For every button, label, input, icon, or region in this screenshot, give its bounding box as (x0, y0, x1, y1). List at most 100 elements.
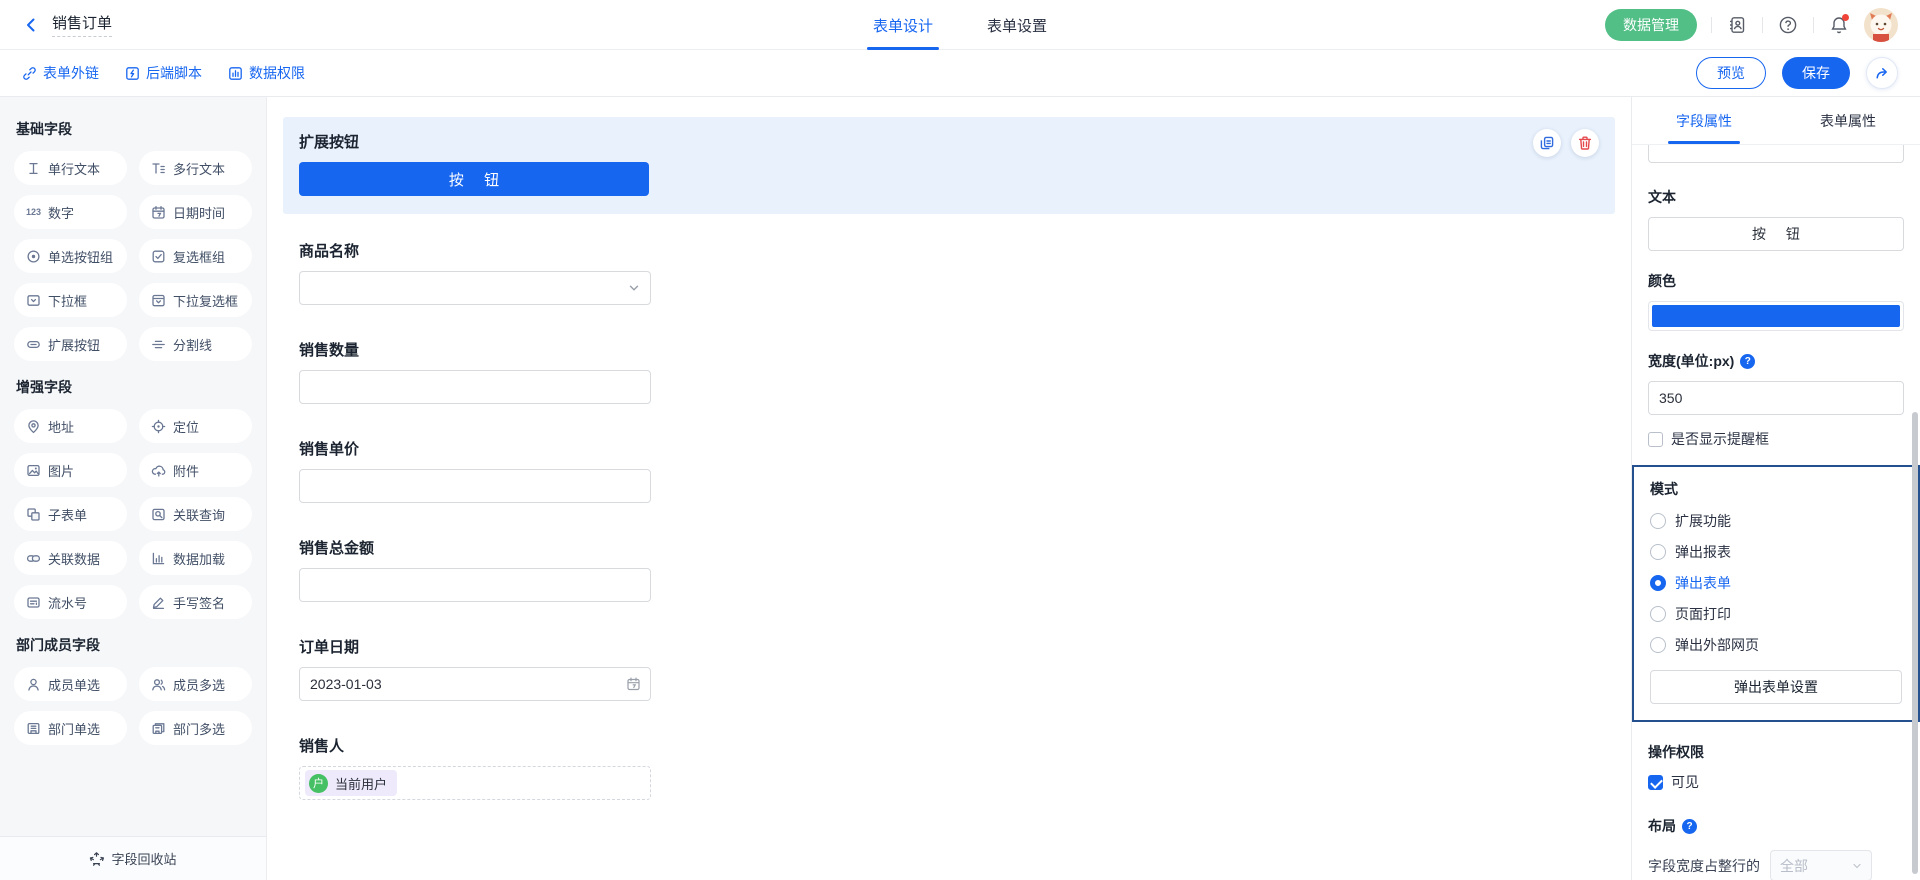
selected-field-extend-button[interactable]: 扩展按钮 按 钮 (283, 117, 1615, 214)
backend-script-link[interactable]: 后端脚本 (125, 63, 202, 83)
color-swatch[interactable] (1652, 305, 1900, 327)
properties-panel: 字段属性 表单属性 文本 按 钮 颜色 宽度(单位:px) ? (1631, 97, 1920, 880)
chevron-down-icon (1851, 860, 1863, 872)
field-salesperson[interactable]: 销售人 户 当前用户 (299, 735, 1599, 800)
sales-quantity-input[interactable] (299, 370, 651, 404)
field-item-number[interactable]: 123 数字 (14, 195, 127, 229)
mode-section: 模式 扩展功能 弹出报表 弹出表单 页面打印 (1632, 465, 1920, 722)
preview-button[interactable]: 预览 (1696, 57, 1766, 89)
app-window: 销售订单 表单设计 表单设置 数据管理 (0, 0, 1920, 880)
tab-form-design[interactable]: 表单设计 (873, 0, 933, 50)
popup-form-settings-button[interactable]: 弹出表单设置 (1650, 670, 1902, 704)
width-input[interactable]: 350 (1648, 381, 1904, 415)
current-user-tag[interactable]: 户 当前用户 (305, 770, 397, 796)
back-icon[interactable] (22, 16, 40, 34)
radio-off-icon[interactable] (1650, 513, 1666, 529)
field-item-locate[interactable]: 定位 (139, 409, 252, 443)
field-sales-unit-price[interactable]: 销售单价 (299, 438, 1599, 503)
radio-off-icon[interactable] (1650, 637, 1666, 653)
mode-option-popup-report[interactable]: 弹出报表 (1650, 542, 1902, 562)
trash-icon (1577, 135, 1593, 151)
notification-badge (1842, 14, 1849, 21)
field-item-dropdown[interactable]: 下拉框 (14, 283, 127, 317)
notification-bell-icon[interactable] (1828, 14, 1850, 36)
field-item-member-single[interactable]: 成员单选 (14, 667, 127, 701)
tab-form-properties[interactable]: 表单属性 (1776, 97, 1920, 144)
product-name-select[interactable] (299, 271, 651, 305)
checkbox-group-icon (151, 249, 166, 264)
data-manage-button[interactable]: 数据管理 (1605, 9, 1697, 41)
color-section-label: 颜色 (1648, 271, 1904, 291)
checkbox-unchecked-icon[interactable] (1648, 432, 1663, 447)
field-product-name[interactable]: 商品名称 (299, 240, 1599, 305)
field-item-dept-single[interactable]: 部门单选 (14, 711, 127, 745)
field-item-member-multi[interactable]: 成员多选 (139, 667, 252, 701)
data-permission-link[interactable]: 数据权限 (228, 63, 305, 83)
clipped-input[interactable] (1648, 145, 1904, 163)
field-item-serial-number[interactable]: 流水号 (14, 585, 127, 619)
field-item-extend-button[interactable]: 扩展按钮 (14, 327, 127, 361)
mode-option-popup-form[interactable]: 弹出表单 (1650, 573, 1902, 593)
save-button[interactable]: 保存 (1782, 57, 1850, 89)
layout-help-icon[interactable]: ? (1682, 819, 1697, 834)
data-load-icon (151, 551, 166, 566)
radio-off-icon[interactable] (1650, 544, 1666, 560)
field-recycle-bin[interactable]: 字段回收站 (0, 836, 266, 880)
mode-option-page-print[interactable]: 页面打印 (1650, 604, 1902, 624)
show-reminder-checkbox-row[interactable]: 是否显示提醒框 (1648, 429, 1904, 449)
field-item-dept-multi[interactable]: 部门多选 (139, 711, 252, 745)
field-sales-quantity[interactable]: 销售数量 (299, 339, 1599, 404)
attachment-icon (151, 463, 166, 478)
field-item-single-line-text[interactable]: 单行文本 (14, 151, 127, 185)
radio-on-icon[interactable] (1650, 575, 1666, 591)
mode-option-popup-external-page[interactable]: 弹出外部网页 (1650, 635, 1902, 655)
field-item-checkbox-group[interactable]: 复选框组 (139, 239, 252, 273)
field-sales-total[interactable]: 销售总金额 (299, 537, 1599, 602)
field-order-date[interactable]: 订单日期 2023-01-03 (299, 636, 1599, 701)
tab-field-properties[interactable]: 字段属性 (1632, 97, 1776, 144)
recycle-icon (89, 851, 104, 866)
form-external-link[interactable]: 表单外链 (22, 63, 99, 83)
field-item-data-load[interactable]: 数据加载 (139, 541, 252, 575)
datetime-icon (151, 205, 166, 220)
field-item-multi-line-text[interactable]: 多行文本 (139, 151, 252, 185)
dropdown-icon (26, 293, 41, 308)
checkbox-checked-icon[interactable] (1648, 775, 1663, 790)
field-item-datetime[interactable]: 日期时间 (139, 195, 252, 229)
mode-option-extend-function[interactable]: 扩展功能 (1650, 511, 1902, 531)
share-button[interactable] (1866, 57, 1898, 89)
field-item-subform[interactable]: 子表单 (14, 497, 127, 531)
extend-button-preview[interactable]: 按 钮 (299, 162, 649, 196)
field-item-dropdown-multi[interactable]: 下拉复选框 (139, 283, 252, 317)
field-item-divider[interactable]: 分割线 (139, 327, 252, 361)
radio-off-icon[interactable] (1650, 606, 1666, 622)
visible-checkbox-row[interactable]: 可见 (1648, 772, 1904, 792)
copy-field-button[interactable] (1533, 129, 1561, 157)
order-date-input[interactable]: 2023-01-03 (299, 667, 651, 701)
number-icon: 123 (26, 207, 41, 217)
sales-unit-price-input[interactable] (299, 469, 651, 503)
sales-total-input[interactable] (299, 568, 651, 602)
share-icon (1874, 65, 1890, 81)
contacts-icon[interactable] (1726, 14, 1748, 36)
field-item-link-query[interactable]: 关联查询 (139, 497, 252, 531)
field-item-link-data[interactable]: 关联数据 (14, 541, 127, 575)
salesperson-picker[interactable]: 户 当前用户 (299, 766, 651, 800)
field-item-attachment[interactable]: 附件 (139, 453, 252, 487)
field-item-image[interactable]: 图片 (14, 453, 127, 487)
panel-scrollbar[interactable] (1912, 412, 1918, 874)
delete-field-button[interactable] (1571, 129, 1599, 157)
copy-icon (1539, 135, 1555, 151)
color-picker[interactable] (1648, 301, 1904, 331)
field-item-signature[interactable]: 手写签名 (139, 585, 252, 619)
field-width-select[interactable]: 全部 (1770, 850, 1872, 880)
field-item-address[interactable]: 地址 (14, 409, 127, 443)
help-icon[interactable] (1777, 14, 1799, 36)
tab-form-settings[interactable]: 表单设置 (987, 0, 1047, 50)
section-title-basic-fields: 基础字段 (16, 119, 252, 139)
field-item-radio-group[interactable]: 单选按钮组 (14, 239, 127, 273)
user-avatar[interactable] (1864, 8, 1898, 42)
form-title[interactable]: 销售订单 (52, 12, 112, 37)
button-text-input[interactable]: 按 钮 (1648, 217, 1904, 251)
width-help-icon[interactable]: ? (1740, 354, 1755, 369)
